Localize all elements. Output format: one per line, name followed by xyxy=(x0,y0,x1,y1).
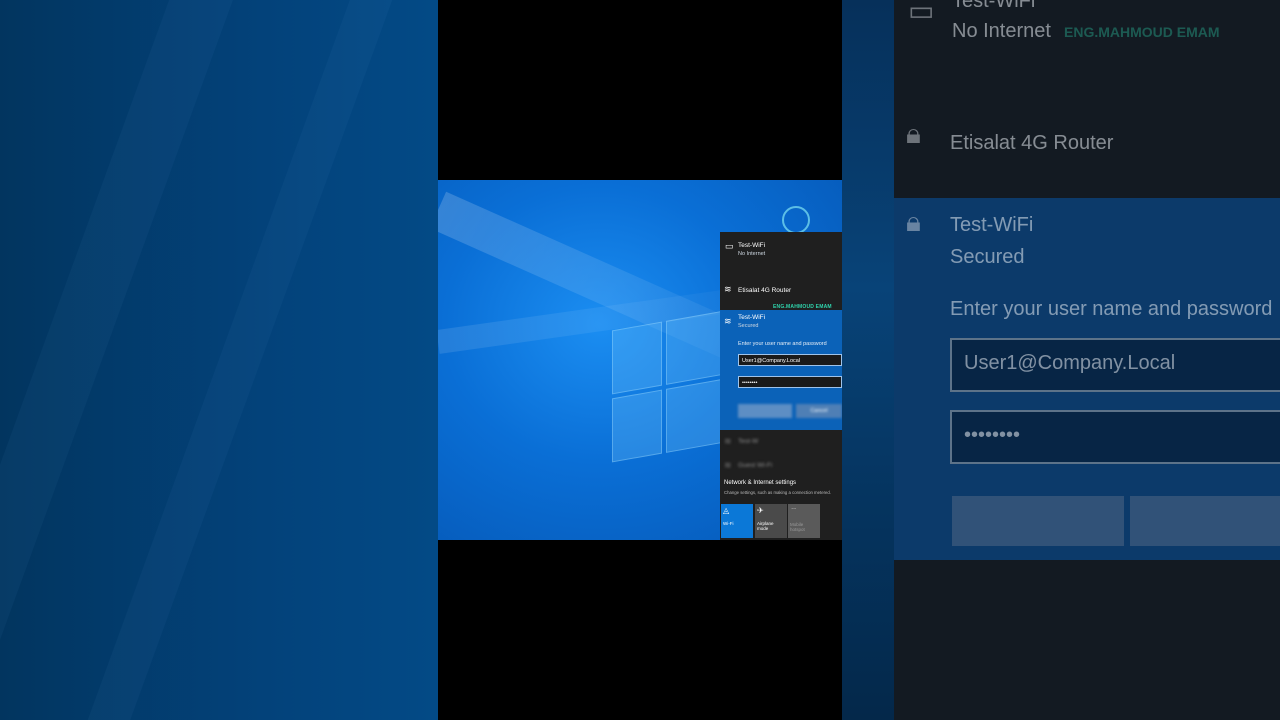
mobile-hotspot-toggle[interactable]: ⌔ Mobile hotspot xyxy=(788,504,820,538)
airplane-mode-label: Airplane mode xyxy=(757,521,774,531)
network-name: Test-WiFi xyxy=(738,242,766,249)
zoom-login-prompt: Enter your user name and password xyxy=(950,298,1273,320)
login-prompt: Enter your user name and password xyxy=(738,341,827,347)
mobile-hotspot-label: Mobile hotspot xyxy=(790,522,805,532)
blurred-background-left xyxy=(0,0,438,720)
network-item-blurred[interactable]: ≋ Guest Wi-Fi xyxy=(720,456,842,478)
cancel-button[interactable]: Cancel xyxy=(796,404,842,418)
network-name: Guest Wi-Fi xyxy=(738,462,773,469)
desktop-screenshot: ▭ Test-WiFi No Internet ENG.MAHMOUD EMAM… xyxy=(438,180,842,540)
zoom-password-field: •••••••• xyxy=(950,410,1280,464)
network-item-test-wifi-nointernet[interactable]: ▭ Test-WiFi No Internet xyxy=(720,232,842,266)
globe-logo-icon xyxy=(782,206,810,244)
network-name: Etisalat 4G Router xyxy=(738,287,792,294)
wifi-icon: ◬ xyxy=(723,506,730,515)
zoom-wifi-lock-icon: 🔒︎ xyxy=(906,206,921,237)
zoom-monitor-icon: ▭ xyxy=(908,0,935,26)
network-item-blurred[interactable]: ≋ Test-W xyxy=(720,430,842,456)
airplane-icon: ✈ xyxy=(757,506,764,515)
wifi-lock-icon: ≋ xyxy=(724,316,732,326)
network-item-etisalat[interactable]: ≋ Etisalat 4G Router xyxy=(720,276,842,306)
network-name: Test-W xyxy=(738,438,759,445)
windows-logo xyxy=(612,310,730,491)
zoom-network-2-name: Etisalat 4G Router xyxy=(950,132,1114,154)
monitor-icon: ▭ xyxy=(725,241,734,251)
zoom-desktop-edge xyxy=(842,0,894,720)
password-field[interactable]: •••••••• xyxy=(738,376,842,388)
zoom-network-3-name: Test-WiFi xyxy=(950,214,1034,236)
wifi-lock-icon: ≋ xyxy=(724,460,732,470)
network-status: Secured xyxy=(738,323,759,329)
zoom-network-3-status: Secured xyxy=(950,246,1025,268)
wifi-toggle[interactable]: ◬ Wi-Fi xyxy=(721,504,753,538)
zoom-username-field: User1@Company.Local xyxy=(950,338,1280,392)
airplane-mode-toggle[interactable]: ✈ Airplane mode xyxy=(755,504,787,538)
network-name: Test-WiFi xyxy=(738,314,766,321)
blurred-zoom-right: ▭ Test-WiFi No Internet ENG.MAHMOUD EMAM… xyxy=(842,0,1280,720)
zoom-watermark: ENG.MAHMOUD EMAM xyxy=(1064,24,1220,40)
network-settings-subtitle: Change settings, such as making a connec… xyxy=(724,490,832,495)
username-field[interactable]: User1@Company.Local xyxy=(738,354,842,366)
hotspot-icon: ⌔ xyxy=(790,506,798,515)
zoom-ok-button xyxy=(952,496,1124,546)
ok-button[interactable] xyxy=(738,404,792,418)
zoom-cancel-button xyxy=(1130,496,1280,546)
network-item-test-wifi-selected[interactable]: ≋ Test-WiFi Secured Enter your user name… xyxy=(720,310,842,430)
zoom-network-1-name: Test-WiFi xyxy=(952,0,1036,12)
network-status: No Internet xyxy=(738,251,766,257)
zoom-wifi-lock-icon: 🔒︎ xyxy=(906,118,921,149)
wifi-lock-icon: ≋ xyxy=(724,436,732,446)
zoom-network-1-status: No Internet xyxy=(952,20,1051,42)
wifi-toggle-label: Wi-Fi xyxy=(723,521,734,526)
wifi-lock-icon: ≋ xyxy=(724,284,732,294)
network-flyout: ▭ Test-WiFi No Internet ENG.MAHMOUD EMAM… xyxy=(720,232,842,540)
network-settings-link[interactable]: Network & Internet settings xyxy=(724,480,796,486)
